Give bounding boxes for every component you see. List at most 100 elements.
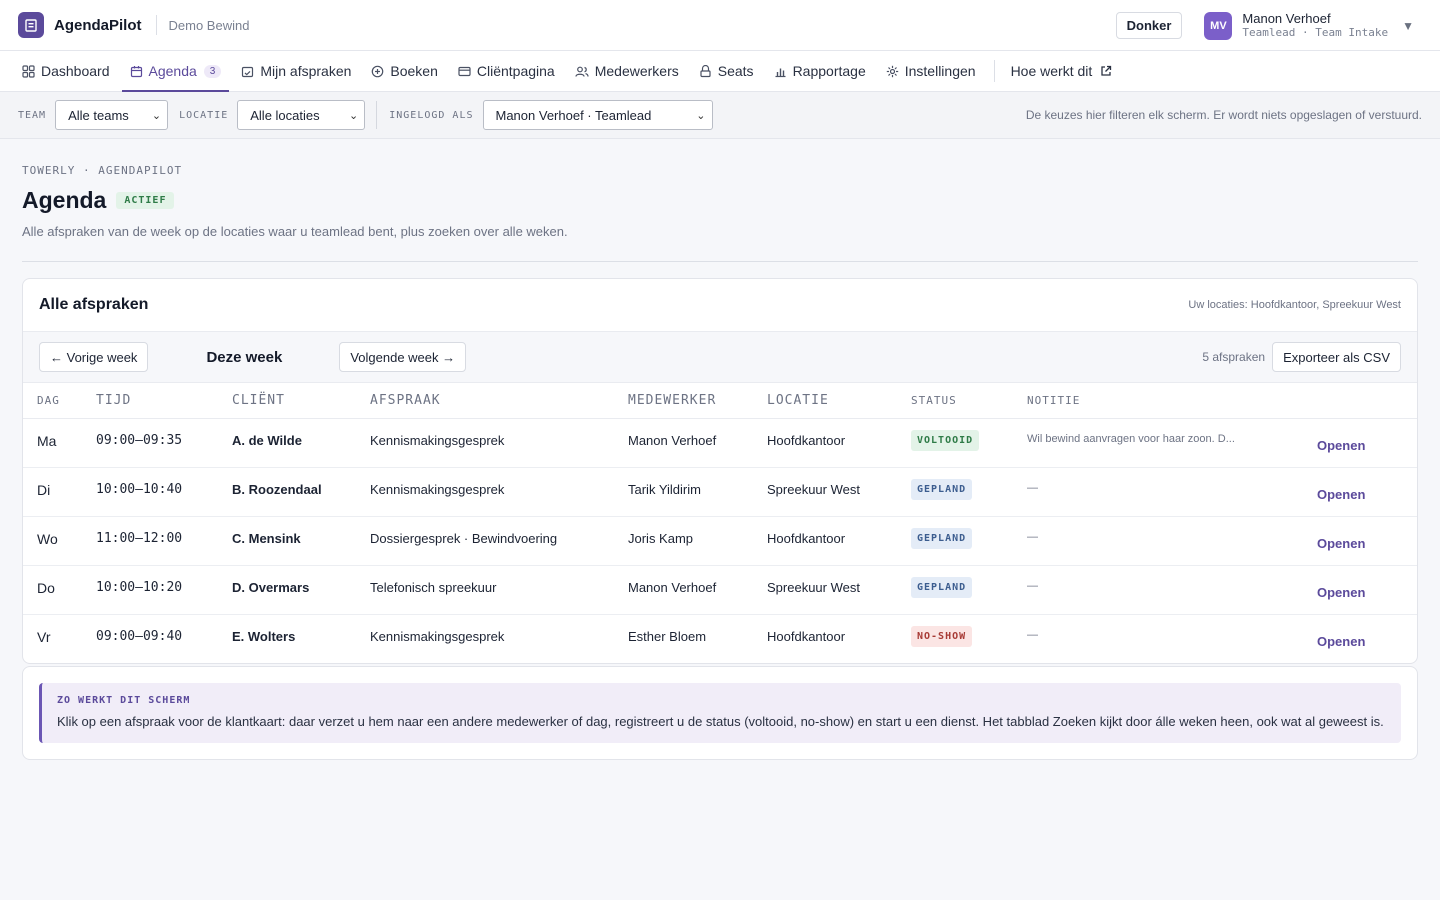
nav-seats[interactable]: Seats: [691, 51, 762, 91]
open-button[interactable]: Openen: [1317, 418, 1417, 468]
breadcrumb: TOWERLY · AGENDAPILOT: [22, 164, 183, 177]
cell-client[interactable]: C. Mensink: [232, 516, 370, 566]
team-select[interactable]: Alle teams ⌄: [55, 100, 169, 130]
team-filter-label: TEAM: [18, 109, 47, 121]
cell-note: —: [1027, 565, 1317, 615]
status-badge: GEPLAND: [911, 527, 973, 549]
seat-icon: [700, 64, 711, 77]
app-logo-icon[interactable]: [18, 12, 44, 38]
status-badge: VOLTOOID: [911, 429, 980, 451]
nav-label: Rapportage: [792, 63, 866, 79]
nav-reporting[interactable]: Rapportage: [766, 51, 874, 91]
location-select[interactable]: Alle locaties ⌄: [237, 100, 366, 130]
filter-divider: [376, 101, 378, 129]
nav-dashboard[interactable]: Dashboard: [14, 51, 118, 91]
logged-in-select[interactable]: Manon Verhoef · Teamlead ⌄: [482, 100, 713, 130]
cell-location: Spreekuur West: [767, 467, 911, 517]
nav-help-link[interactable]: Hoe werkt dit: [1003, 51, 1127, 91]
avatar[interactable]: MV: [1204, 11, 1233, 40]
nav-label: Instellingen: [904, 63, 976, 79]
logged-in-label: INGELOGD ALS: [389, 109, 474, 121]
col-header-actions: [1317, 383, 1417, 419]
chevron-down-icon[interactable]: ▼: [1402, 19, 1414, 33]
nav-label: Cliëntpagina: [476, 63, 555, 79]
col-header-employee[interactable]: MEDEWERKER: [628, 383, 767, 419]
cell-employee: Esther Bloem: [628, 628, 707, 644]
user-menu[interactable]: Manon Verhoef Teamlead · Team Intake: [1242, 11, 1389, 40]
team-select-value: Alle teams: [68, 107, 129, 123]
col-header-time[interactable]: TIJD: [96, 383, 232, 419]
status-badge: ACTIEF: [116, 192, 175, 209]
section-divider: [22, 261, 1418, 262]
nav-book[interactable]: Boeken: [363, 51, 445, 91]
card-locations: Uw locaties: Hoofdkantoor, Spreekuur Wes…: [1188, 299, 1401, 311]
filter-note: De keuzes hier filteren elk scherm. Er w…: [1025, 108, 1422, 122]
cell-day: Do: [23, 565, 96, 615]
page-description: Alle afspraken van de week op de locatie…: [22, 224, 568, 239]
bar-chart-icon: [775, 68, 786, 77]
prev-week-button[interactable]: ← Vorige week: [39, 342, 149, 372]
help-text: Klik op een afspraak voor de klantkaart:…: [57, 714, 1384, 729]
nav-label: Medewerkers: [594, 63, 679, 79]
col-header-client[interactable]: CLIËNT: [232, 383, 370, 419]
open-button[interactable]: Openen: [1317, 614, 1417, 663]
nav-agenda[interactable]: Agenda 3: [121, 51, 230, 92]
nav-client-page[interactable]: Cliëntpagina: [450, 51, 563, 91]
cell-location: Hoofdkantoor: [767, 628, 846, 644]
current-week-label: Deze week: [206, 348, 283, 366]
cell-note: Wil bewind aanvragen voor haar zoon. D..…: [1027, 418, 1317, 468]
open-button[interactable]: Openen: [1317, 565, 1417, 615]
table-row[interactable]: Vr 09:00–09:40 E. Wolters Kennismakingsg…: [23, 614, 1417, 663]
col-header-day[interactable]: DAG: [23, 383, 96, 419]
brand-divider: [155, 15, 157, 35]
nav-settings[interactable]: Instellingen: [878, 51, 984, 91]
cell-client[interactable]: D. Overmars: [232, 565, 370, 615]
table-header-row: DAG TIJD CLIËNT AFSPRAAK MEDEWERKER LOCA…: [23, 383, 1417, 419]
cell-client[interactable]: A. de Wilde: [232, 418, 370, 468]
cell-client[interactable]: E. Wolters: [232, 614, 370, 663]
table-row[interactable]: Wo 11:00–12:00 C. Mensink Dossiergesprek…: [23, 516, 1417, 566]
nav-employees[interactable]: Medewerkers: [567, 51, 687, 91]
cell-client[interactable]: B. Roozendaal: [232, 467, 370, 517]
chevron-down-icon: ⌄: [349, 109, 359, 122]
cell-appointment: Kennismakingsgesprek: [370, 467, 628, 517]
chevron-down-icon: ⌄: [151, 109, 162, 122]
grid-icon: [22, 64, 35, 78]
export-csv-button[interactable]: Exporteer als CSV: [1272, 342, 1401, 372]
table-row[interactable]: Ma 09:00–09:35 A. de Wilde Kennismakings…: [23, 418, 1417, 468]
col-header-status[interactable]: STATUS: [911, 383, 1027, 419]
nav-count-badge: 3: [203, 64, 222, 78]
help-panel: ZO WERKT DIT SCHERM Klik op een afspraak…: [22, 666, 1418, 760]
status-badge: GEPLAND: [911, 478, 973, 500]
cell-day: Ma: [23, 418, 96, 468]
cell-note: —: [1027, 628, 1038, 641]
help-callout: ZO WERKT DIT SCHERM Klik op een afspraak…: [39, 683, 1401, 743]
app-name: AgendaPilot: [54, 16, 142, 34]
open-button[interactable]: Openen: [1317, 516, 1417, 566]
col-header-appointment[interactable]: AFSPRAAK: [370, 383, 628, 419]
cell-note: —: [1027, 467, 1317, 517]
cell-day: Di: [23, 467, 96, 517]
card-title: Alle afspraken: [39, 296, 149, 313]
cell-time: 10:00–10:20: [96, 565, 232, 615]
app-subtitle: Demo Bewind: [168, 17, 250, 33]
open-button[interactable]: Openen: [1317, 467, 1417, 517]
page-title: Agenda: [22, 187, 107, 213]
user-role: Teamlead · Team Intake: [1242, 25, 1389, 39]
calendar-check-icon: [242, 66, 254, 77]
plus-circle-icon: [372, 65, 384, 77]
status-badge: NO-SHOW: [911, 625, 973, 647]
page-header: TOWERLY · AGENDAPILOT Agenda ACTIEF Alle…: [0, 139, 1440, 239]
top-bar: AgendaPilot Demo Bewind Donker MV Manon …: [0, 0, 1440, 51]
dark-mode-button[interactable]: Donker: [1115, 12, 1183, 39]
nav-label: Boeken: [390, 63, 438, 79]
table-row[interactable]: Di 10:00–10:40 B. Roozendaal Kennismakin…: [23, 467, 1417, 517]
col-header-location[interactable]: LOCATIE: [767, 383, 911, 419]
table-row[interactable]: Do 10:00–10:20 D. Overmars Telefonisch s…: [23, 565, 1417, 615]
nav-my-appointments[interactable]: Mijn afspraken: [233, 51, 359, 91]
appointments-table: DAG TIJD CLIËNT AFSPRAAK MEDEWERKER LOCA…: [23, 383, 1417, 663]
cell-appointment: Telefonisch spreekuur: [370, 565, 628, 615]
calendar-icon: [130, 65, 142, 77]
next-week-button[interactable]: Volgende week →: [339, 342, 467, 372]
col-header-note[interactable]: NOTITIE: [1027, 383, 1317, 419]
